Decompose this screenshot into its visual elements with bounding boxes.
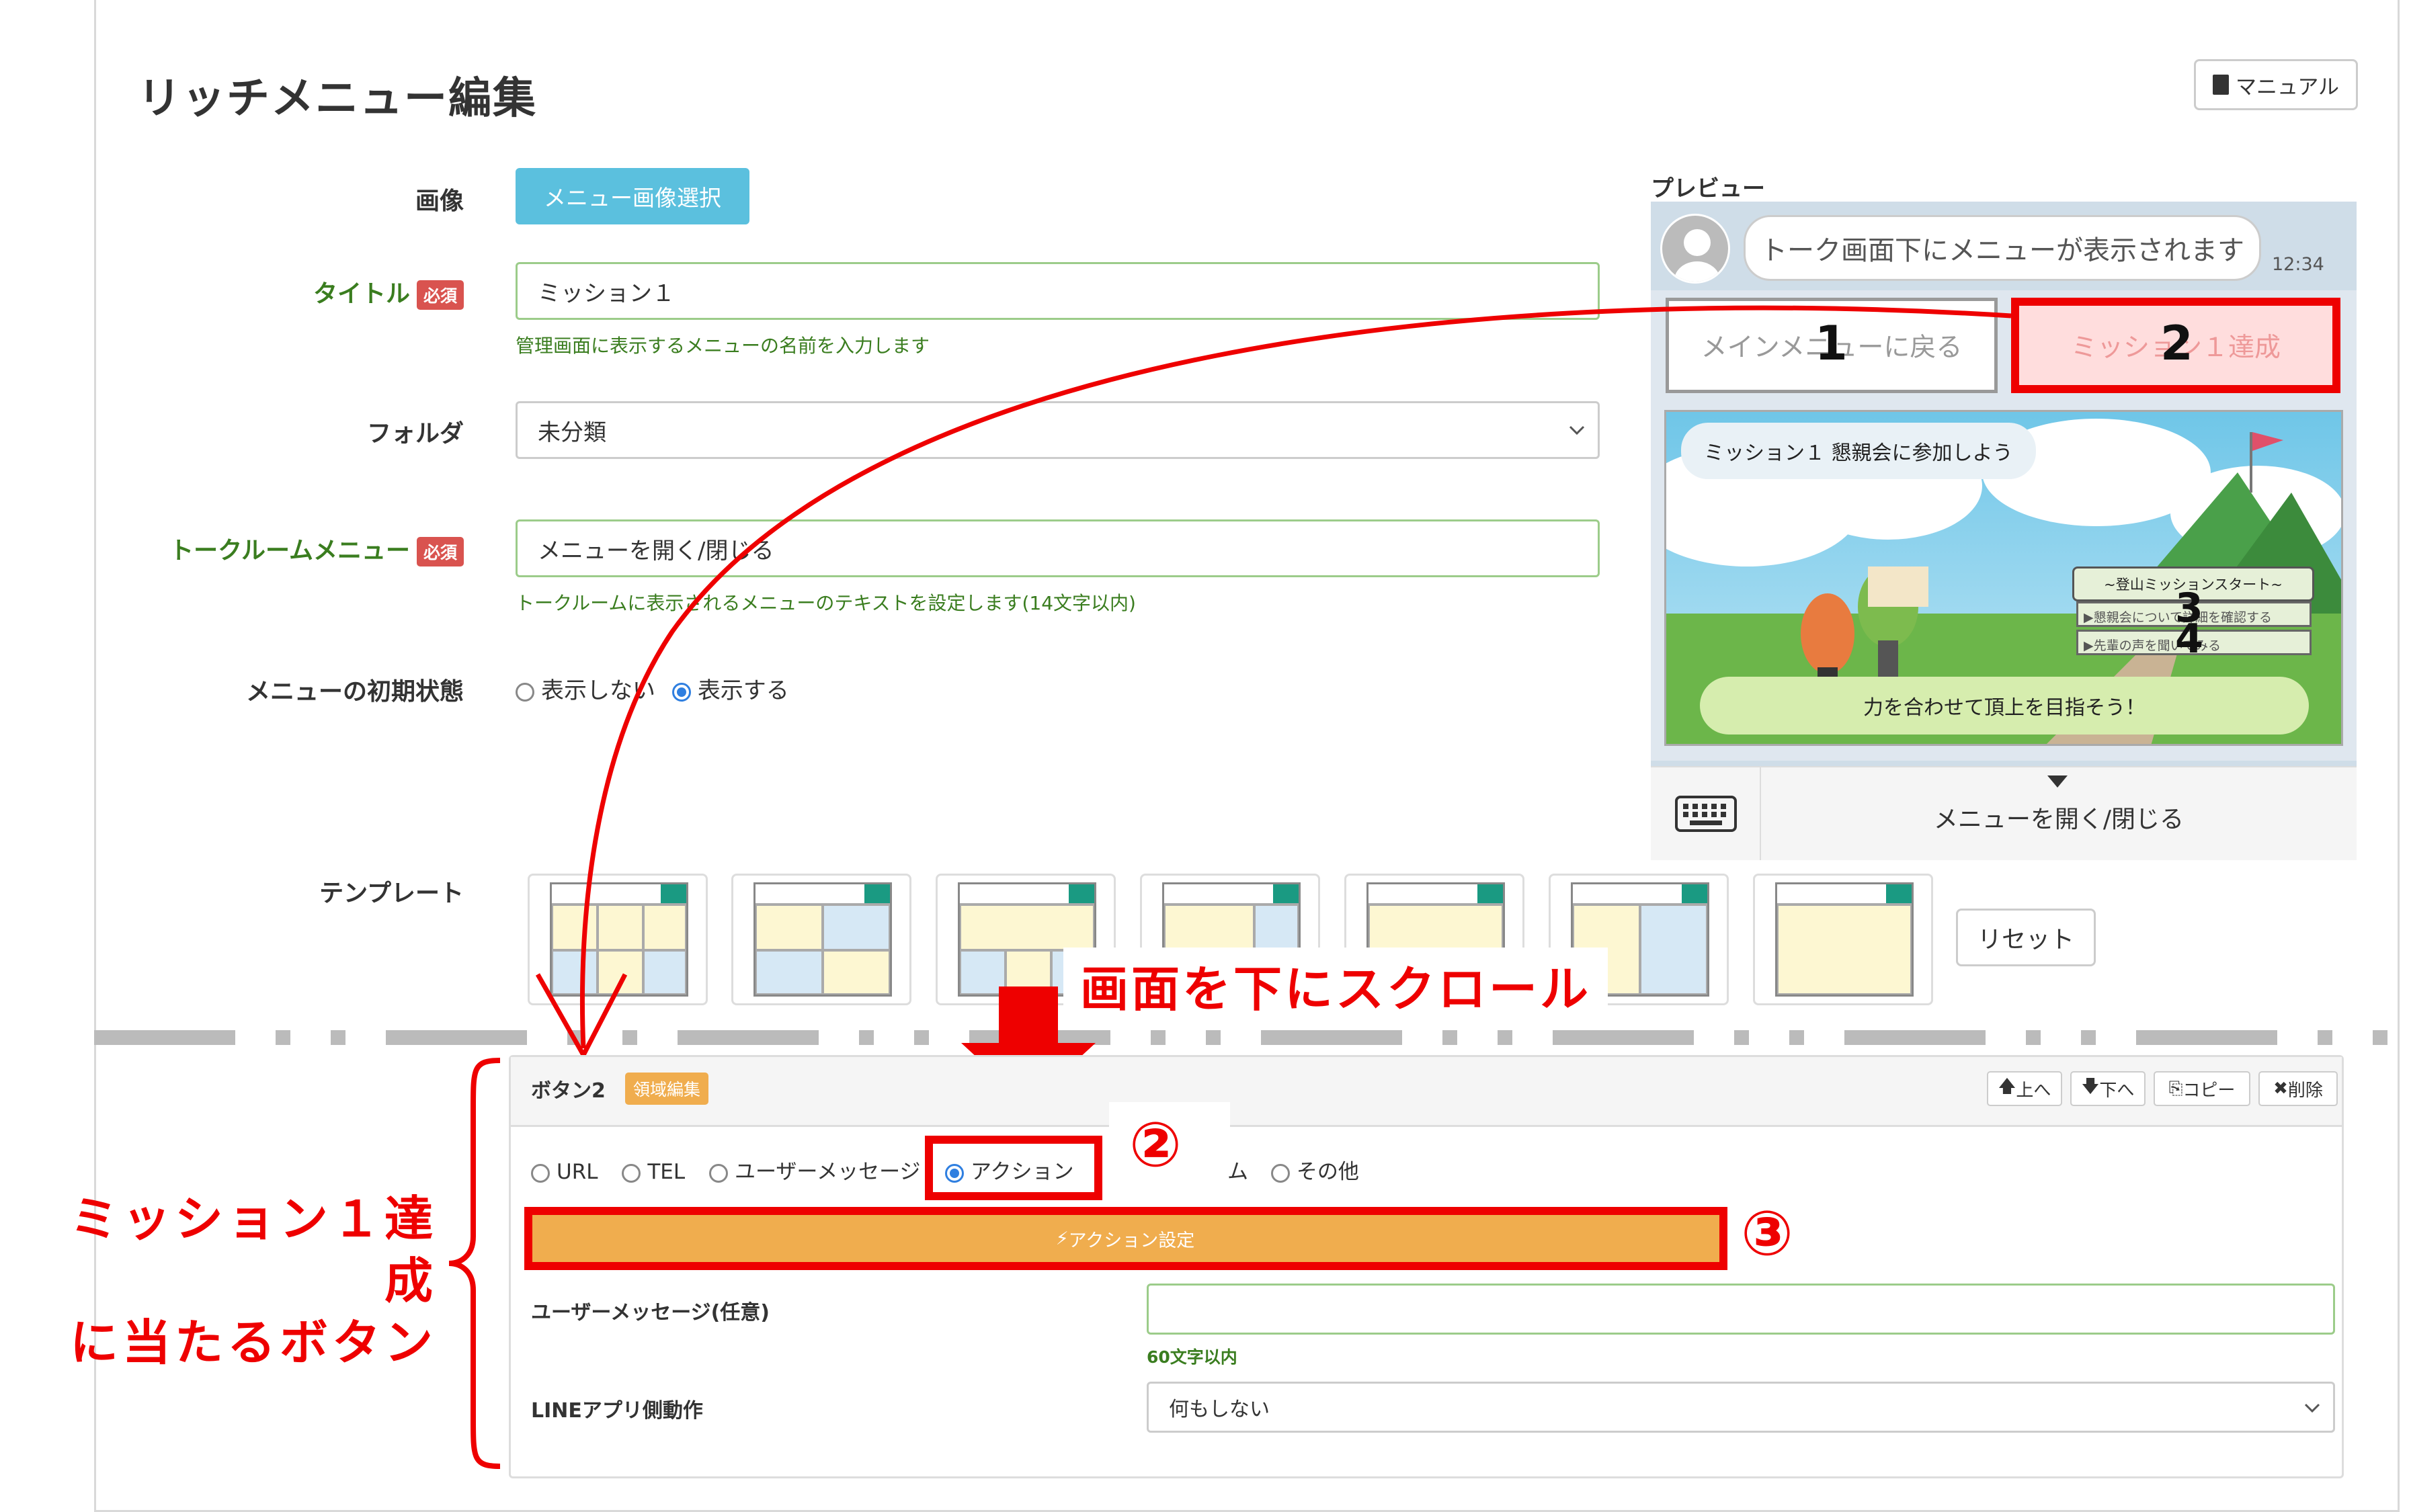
- button-panel-header: [511, 1057, 2342, 1127]
- brace-icon: [448, 1058, 501, 1469]
- delete-button[interactable]: ✖ 削除: [2258, 1071, 2338, 1106]
- arrow-up-icon: 🡅: [1998, 1077, 2016, 1097]
- line-app-action-select[interactable]: 何もしない: [1147, 1382, 2335, 1433]
- button-type-radios: URL TEL ユーザーメッセージ: [531, 1154, 921, 1185]
- radio-action[interactable]: [945, 1163, 964, 1183]
- radio-other-label: その他: [1296, 1160, 1359, 1184]
- line-app-action-value: 何もしない: [1169, 1398, 1270, 1421]
- radio-user-message-label: ユーザーメッセージ: [735, 1160, 921, 1184]
- move-down-button[interactable]: 🡇 下へ: [2070, 1071, 2146, 1106]
- copy-label: コピー: [2182, 1080, 2236, 1101]
- move-up-button[interactable]: 🡅 上へ: [1987, 1071, 2062, 1106]
- chevron-down-icon: [2304, 1403, 2320, 1413]
- side-annotation: ミッション１達成 に当たるボタン: [34, 1188, 437, 1374]
- radio-tail-group: ム その他: [1227, 1154, 1359, 1185]
- move-up-label: 上へ: [2016, 1080, 2051, 1101]
- arrow-down-icon: 🡇: [2081, 1077, 2100, 1097]
- radio-action-group: アクション: [945, 1154, 1073, 1185]
- radio-user-message[interactable]: [709, 1163, 729, 1183]
- user-message-label: ユーザーメッセージ(任意): [531, 1301, 770, 1325]
- radio-url[interactable]: [531, 1163, 550, 1183]
- button-panel-title: ボタン2: [531, 1079, 606, 1103]
- radio-action-label: アクション: [971, 1160, 1074, 1184]
- delete-label: 削除: [2287, 1080, 2323, 1101]
- side-annotation-line-2: に当たるボタン: [69, 1314, 437, 1371]
- radio-tel[interactable]: [622, 1163, 641, 1183]
- area-edit-badge[interactable]: 領域編集: [625, 1073, 709, 1105]
- action-setting-highlight: [524, 1207, 1727, 1270]
- radio-other[interactable]: [1270, 1163, 1290, 1183]
- step-3-marker: ③: [1741, 1198, 1793, 1269]
- radio-tel-label: TEL: [647, 1160, 686, 1184]
- copy-icon: ⎘: [2168, 1078, 2183, 1099]
- move-down-label: 下へ: [2099, 1080, 2135, 1101]
- radio-url-label: URL: [557, 1160, 598, 1184]
- radio-form-label-tail: ム: [1227, 1160, 1248, 1184]
- step-2-marker: ②: [1129, 1109, 1182, 1181]
- copy-button[interactable]: ⎘ コピー: [2154, 1071, 2250, 1106]
- line-app-action-label: LINEアプリ側動作: [531, 1399, 703, 1423]
- user-message-help: 60文字以内: [1147, 1347, 1237, 1367]
- user-message-input[interactable]: [1147, 1284, 2335, 1335]
- side-annotation-line-1: ミッション１達成: [69, 1191, 437, 1309]
- close-icon: ✖: [2273, 1079, 2288, 1099]
